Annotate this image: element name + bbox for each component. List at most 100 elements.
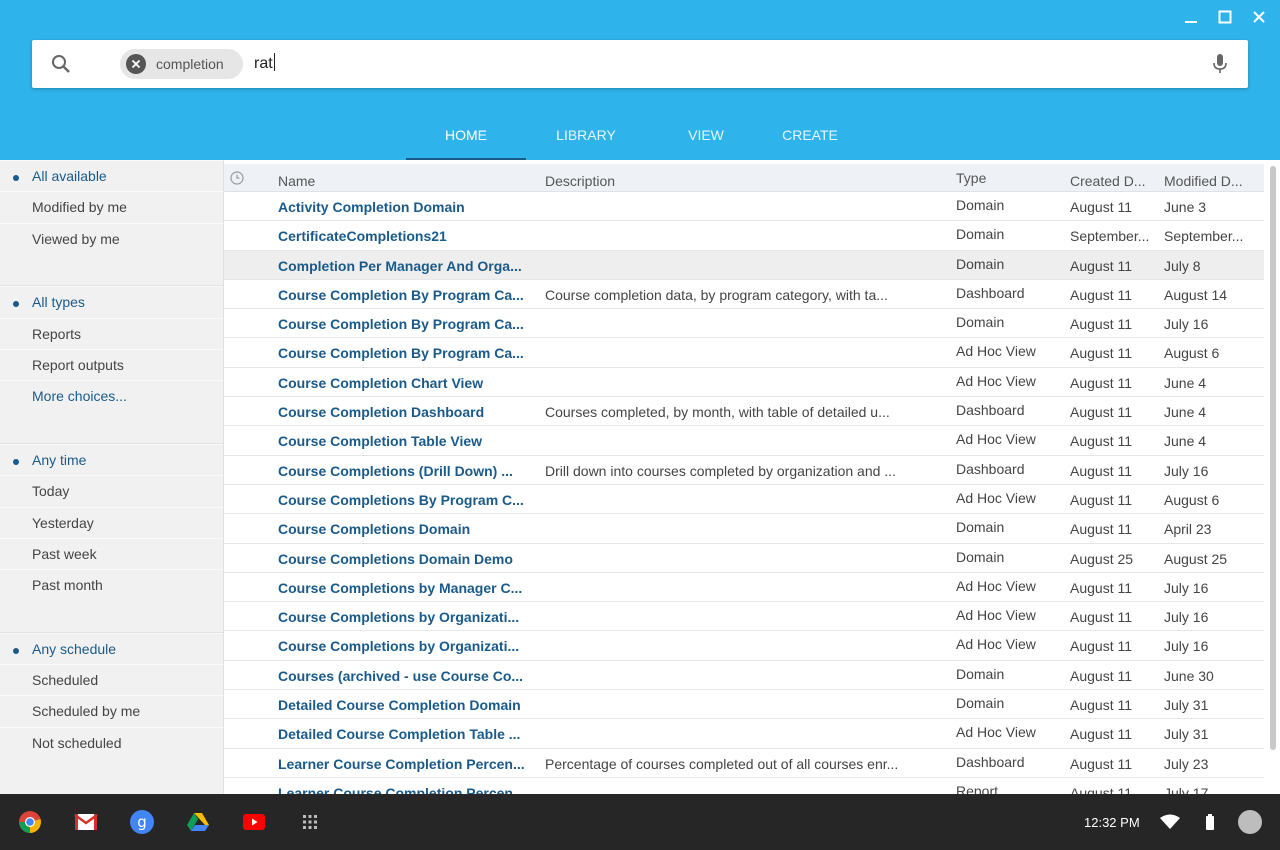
google-icon[interactable]: g — [130, 810, 154, 834]
chip-remove-icon[interactable] — [126, 54, 146, 74]
cell-name[interactable]: Course Completion By Program Ca... — [278, 345, 534, 361]
cell-created-date: August 11 — [1070, 667, 1133, 684]
table-row[interactable]: Courses (archived - use Course Co... Doma… — [224, 661, 1264, 691]
tab-library[interactable]: LIBRARY — [526, 112, 646, 160]
maximize-icon[interactable] — [1214, 6, 1236, 28]
filter-report-outputs[interactable]: Report outputs — [0, 348, 223, 380]
cell-name[interactable]: Completion Per Manager And Orga... — [278, 258, 534, 274]
vertical-scrollbar[interactable] — [1270, 166, 1276, 750]
close-icon[interactable] — [1248, 6, 1270, 28]
minimize-icon[interactable] — [1180, 6, 1202, 28]
text-caret — [273, 53, 275, 71]
filter-any-time[interactable]: Any time — [0, 443, 223, 475]
search-icon[interactable] — [49, 52, 73, 76]
cell-created-date: August 11 — [1070, 491, 1133, 508]
cell-modified-date: July 16 — [1164, 638, 1209, 655]
column-header-description[interactable]: Description — [545, 173, 615, 189]
filter-viewed-by-me[interactable]: Viewed by me — [0, 222, 223, 254]
cell-name[interactable]: CertificateCompletions21 — [278, 228, 534, 244]
clock-icon[interactable] — [230, 171, 244, 185]
chrome-icon[interactable] — [18, 810, 42, 834]
table-row[interactable]: Detailed Course Completion Table ... Ad H… — [224, 719, 1264, 749]
more-choices-link[interactable]: More choices... — [0, 380, 223, 411]
table-row[interactable]: Course Completions (Drill Down) ... Drill… — [224, 456, 1264, 485]
battery-icon[interactable] — [1205, 814, 1215, 835]
drive-icon[interactable] — [186, 810, 210, 834]
cell-name[interactable]: Course Completions by Manager C... — [278, 580, 534, 596]
chip-label: completion — [156, 56, 224, 72]
cell-description: Drill down into courses completed by org… — [545, 462, 896, 479]
cell-created-date: August 11 — [1070, 433, 1133, 450]
table-row[interactable]: Learner Course Completion Percen... Repor… — [224, 778, 1264, 794]
cell-type: Ad Hoc View — [956, 724, 1036, 741]
filter-past-week[interactable]: Past week — [0, 537, 223, 569]
table-row[interactable]: Course Completions by Manager C... Ad Hoc… — [224, 573, 1264, 603]
table-row[interactable]: Course Completions Domain Demo Domain Augu… — [224, 544, 1264, 573]
cell-name[interactable]: Courses (archived - use Course Co... — [278, 668, 534, 684]
cell-name[interactable]: Detailed Course Completion Domain — [278, 697, 534, 713]
filter-past-month[interactable]: Past month — [0, 569, 223, 600]
filter-reports[interactable]: Reports — [0, 317, 223, 349]
column-header-modified[interactable]: Modified D... — [1164, 173, 1243, 189]
table-row[interactable]: Completion Per Manager And Orga... Domain… — [224, 250, 1264, 280]
cell-name[interactable]: Course Completions by Organizati... — [278, 609, 534, 625]
filter-scheduled-by-me[interactable]: Scheduled by me — [0, 695, 223, 726]
table-row[interactable]: Course Completion Table View Ad Hoc View A… — [224, 426, 1264, 456]
filter-today[interactable]: Today — [0, 475, 223, 506]
table-row[interactable]: Activity Completion Domain Domain August 1… — [224, 192, 1264, 222]
table-row[interactable]: Course Completion By Program Ca... Ad Hoc… — [224, 338, 1264, 368]
tab-home[interactable]: HOME — [406, 112, 526, 160]
tab-view[interactable]: VIEW — [646, 112, 766, 160]
tab-create[interactable]: CREATE — [766, 112, 854, 160]
cell-type: Ad Hoc View — [956, 343, 1036, 360]
cell-name[interactable]: Learner Course Completion Percen... — [278, 785, 534, 794]
filter-modified-by-me[interactable]: Modified by me — [0, 191, 223, 222]
system-clock[interactable]: 12:32 PM — [1084, 815, 1140, 830]
cell-name[interactable]: Course Completion By Program Ca... — [278, 287, 534, 303]
table-row[interactable]: Course Completion Chart View Ad Hoc View A… — [224, 368, 1264, 398]
table-row[interactable]: Course Completions by Organizati... Ad Ho… — [224, 631, 1264, 661]
table-row[interactable]: Course Completion Dashboard Courses compl… — [224, 397, 1264, 427]
table-row[interactable]: Course Completions Domain Domain August 11… — [224, 514, 1264, 544]
cell-name[interactable]: Course Completions by Organizati... — [278, 638, 534, 654]
microphone-icon[interactable] — [1210, 53, 1230, 75]
cell-modified-date: June 3 — [1164, 199, 1207, 215]
column-header-created[interactable]: Created D... — [1070, 173, 1145, 189]
filter-yesterday[interactable]: Yesterday — [0, 506, 223, 538]
cell-name[interactable]: Course Completion Table View — [278, 433, 534, 449]
cell-name[interactable]: Course Completions Domain — [278, 521, 534, 537]
apps-launcher-icon[interactable] — [298, 810, 322, 834]
table-row[interactable]: Course Completion By Program Ca... Course… — [224, 280, 1264, 310]
cell-name[interactable]: Activity Completion Domain — [278, 199, 534, 215]
filter-all-available[interactable]: All available — [0, 160, 223, 191]
search-bar[interactable]: completion rat — [32, 40, 1248, 88]
filter-not-scheduled[interactable]: Not scheduled — [0, 726, 223, 758]
column-header-name[interactable]: Name — [278, 173, 315, 189]
cell-modified-date: June 4 — [1164, 374, 1207, 391]
cell-name[interactable]: Learner Course Completion Percen... — [278, 756, 534, 772]
table-row[interactable]: Course Completions by Organizati... Ad Ho… — [224, 602, 1264, 632]
wifi-icon[interactable] — [1160, 814, 1180, 835]
youtube-icon[interactable] — [242, 810, 266, 834]
cell-name[interactable]: Course Completion Chart View — [278, 375, 534, 391]
cell-name[interactable]: Detailed Course Completion Table ... — [278, 726, 534, 742]
filter-scheduled[interactable]: Scheduled — [0, 664, 223, 695]
table-row[interactable]: Course Completions By Program C... Ad Hoc… — [224, 485, 1264, 515]
table-row[interactable]: Detailed Course Completion Domain Domain A… — [224, 690, 1264, 720]
table-row[interactable]: CertificateCompletions21 Domain September.… — [224, 221, 1264, 251]
gmail-icon[interactable] — [74, 810, 98, 834]
cell-name[interactable]: Course Completions Domain Demo — [278, 551, 534, 567]
column-header-type[interactable]: Type — [956, 170, 986, 186]
filter-any-schedule[interactable]: Any schedule — [0, 632, 223, 664]
cell-name[interactable]: Course Completions (Drill Down) ... — [278, 463, 534, 479]
cell-modified-date: July 16 — [1164, 316, 1209, 333]
cell-name[interactable]: Course Completion By Program Ca... — [278, 316, 534, 332]
cell-name[interactable]: Course Completions By Program C... — [278, 492, 534, 508]
table-row[interactable]: Course Completion By Program Ca... Domain… — [224, 309, 1264, 339]
cell-name[interactable]: Course Completion Dashboard — [278, 404, 534, 420]
filter-all-types[interactable]: All types — [0, 286, 223, 317]
table-row[interactable]: Learner Course Completion Percen... Perce… — [224, 749, 1264, 778]
search-input[interactable]: rat — [254, 53, 275, 73]
avatar[interactable] — [1238, 810, 1262, 839]
